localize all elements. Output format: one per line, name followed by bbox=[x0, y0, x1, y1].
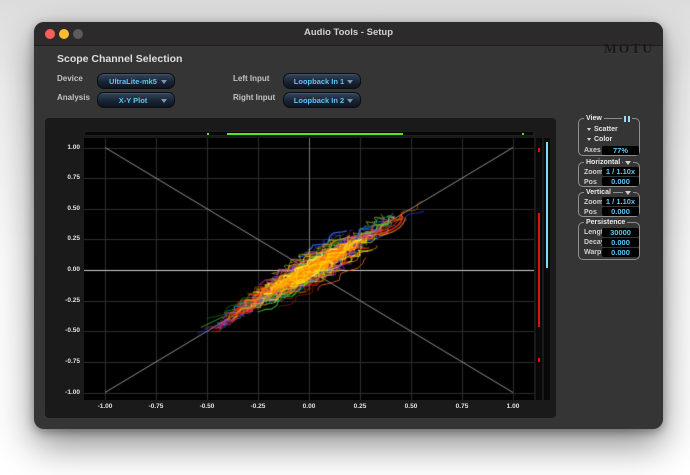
length-field[interactable]: 30000 bbox=[602, 228, 639, 237]
h-zoom-label: Zoom bbox=[584, 168, 603, 177]
x-axis-tick-label: 0.25 bbox=[347, 403, 373, 410]
y-axis-tick-label: -0.25 bbox=[54, 297, 80, 304]
left-input-value: Loopback In 1 bbox=[294, 77, 344, 86]
collapse-triangle-icon[interactable] bbox=[623, 160, 633, 166]
device-dropdown[interactable]: UltraLite-mk5 bbox=[97, 73, 175, 89]
y-axis-tick-label: 1.00 bbox=[54, 144, 80, 151]
page-title: Scope Channel Selection bbox=[57, 53, 182, 65]
left-input-label: Left Input bbox=[233, 72, 269, 86]
y-axis-tick-label: 0.75 bbox=[54, 174, 80, 181]
motu-logo: MOTU bbox=[604, 41, 654, 57]
v-pos-label: Pos bbox=[584, 208, 597, 217]
x-axis-tick-label: 0.50 bbox=[398, 403, 424, 410]
axes-label: Axes bbox=[584, 146, 601, 155]
vertical-panel: Vertical Zoom 1 / 1.10x Pos 0.000 bbox=[578, 192, 640, 217]
horizontal-panel: Horizontal Zoom 1 / 1.10x Pos 0.000 bbox=[578, 162, 640, 187]
y-axis-tick-label: -0.50 bbox=[54, 327, 80, 334]
x-axis-tick-label: -0.25 bbox=[245, 403, 271, 410]
chevron-down-icon bbox=[347, 80, 353, 84]
scatter-disclosure-label: Scatter bbox=[594, 125, 618, 134]
persistence-panel-title: Persistence bbox=[584, 218, 627, 227]
y-axis-tick-label: 0.25 bbox=[54, 235, 80, 242]
x-axis-tick-label: 0.75 bbox=[449, 403, 475, 410]
x-axis-tick-label: 0.00 bbox=[296, 403, 322, 410]
right-level-meter-inner bbox=[544, 138, 550, 400]
h-pos-label: Pos bbox=[584, 178, 597, 187]
xy-plot-area[interactable] bbox=[84, 138, 534, 400]
warp-label: Warp bbox=[584, 248, 601, 257]
window-title: Audio Tools - Setup bbox=[34, 27, 663, 38]
v-pos-field[interactable]: 0.000 bbox=[602, 207, 639, 216]
chevron-down-icon bbox=[161, 80, 167, 84]
h-pos-field[interactable]: 0.000 bbox=[602, 177, 639, 186]
view-panel: View Scatter Color Axes 77% bbox=[578, 118, 640, 156]
right-input-label: Right Input bbox=[233, 91, 275, 105]
disclosure-triangle-icon bbox=[587, 128, 591, 131]
x-axis-tick-label: -1.00 bbox=[92, 403, 118, 410]
device-label: Device bbox=[57, 72, 83, 86]
chevron-down-icon bbox=[347, 99, 353, 103]
y-axis-tick-label: -1.00 bbox=[54, 389, 80, 396]
analysis-value: X-Y Plot bbox=[119, 96, 148, 105]
title-bar[interactable]: Audio Tools - Setup bbox=[34, 22, 663, 46]
chevron-down-icon bbox=[161, 99, 167, 103]
top-overview-meter bbox=[84, 131, 534, 136]
y-axis-tick-label: 0.50 bbox=[54, 205, 80, 212]
x-axis-tick-label: 1.00 bbox=[500, 403, 526, 410]
v-zoom-field[interactable]: 1 / 1.10x bbox=[602, 197, 639, 206]
view-panel-title: View bbox=[584, 114, 604, 123]
h-zoom-field[interactable]: 1 / 1.10x bbox=[602, 167, 639, 176]
horizontal-panel-title: Horizontal bbox=[584, 158, 622, 167]
app-window: Audio Tools - Setup MOTU Scope Channel S… bbox=[34, 22, 663, 429]
decay-field[interactable]: 0.000 bbox=[602, 238, 639, 247]
left-input-dropdown[interactable]: Loopback In 1 bbox=[283, 73, 361, 89]
v-zoom-label: Zoom bbox=[584, 198, 603, 207]
analysis-label: Analysis bbox=[57, 91, 90, 105]
y-axis-tick-label: 0.00 bbox=[54, 266, 80, 273]
y-axis-tick-label: -0.75 bbox=[54, 358, 80, 365]
right-level-meter-outer bbox=[536, 138, 542, 400]
x-axis-tick-label: -0.75 bbox=[143, 403, 169, 410]
device-value: UltraLite-mk5 bbox=[109, 77, 157, 86]
collapse-triangle-icon[interactable] bbox=[623, 190, 633, 196]
color-disclosure[interactable]: Color bbox=[587, 135, 612, 144]
axes-value-field[interactable]: 77% bbox=[602, 146, 639, 155]
scope-bezel: -1.00 -0.75 -0.50 -0.25 0.00 0.25 0.50 0.75 1.00… bbox=[45, 118, 556, 418]
warp-field[interactable]: 0.000 bbox=[602, 248, 639, 257]
scatter-disclosure[interactable]: Scatter bbox=[587, 125, 618, 134]
vertical-panel-title: Vertical bbox=[584, 188, 613, 197]
persistence-panel: Persistence Length 30000 Decay 0.000 War… bbox=[578, 222, 640, 260]
right-input-value: Loopback In 2 bbox=[294, 96, 344, 105]
analysis-dropdown[interactable]: X-Y Plot bbox=[97, 92, 175, 108]
right-input-dropdown[interactable]: Loopback In 2 bbox=[283, 92, 361, 108]
disclosure-triangle-icon bbox=[587, 138, 591, 141]
color-disclosure-label: Color bbox=[594, 135, 612, 144]
pause-icon[interactable] bbox=[622, 115, 632, 122]
xy-plot-canvas bbox=[84, 138, 534, 400]
x-axis-tick-label: -0.50 bbox=[194, 403, 220, 410]
